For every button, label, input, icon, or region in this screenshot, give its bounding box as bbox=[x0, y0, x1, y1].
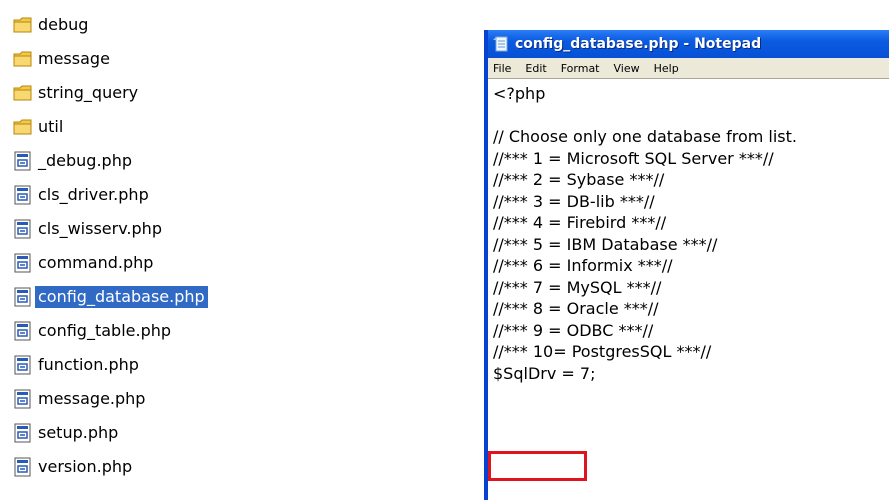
item-label: _debug.php bbox=[38, 151, 132, 170]
file-item[interactable]: config_database.php bbox=[13, 280, 208, 314]
file-item[interactable]: config_table.php bbox=[13, 314, 208, 348]
code-line: // Choose only one database from list. bbox=[493, 127, 797, 146]
item-label: command.php bbox=[38, 253, 154, 272]
menu-view[interactable]: View bbox=[614, 62, 640, 75]
file-item[interactable]: message.php bbox=[13, 382, 208, 416]
code-line: //*** 6 = Informix ***// bbox=[493, 256, 673, 275]
code-line: <?php bbox=[493, 84, 546, 103]
item-label: setup.php bbox=[38, 423, 119, 442]
folder-item[interactable]: string_query bbox=[13, 76, 208, 110]
folder-icon bbox=[13, 117, 33, 137]
folder-item[interactable]: message bbox=[13, 42, 208, 76]
php-file-icon bbox=[13, 219, 33, 239]
text-editor[interactable]: <?php // Choose only one database from li… bbox=[488, 78, 889, 500]
folder-icon bbox=[13, 83, 33, 103]
php-file-icon bbox=[13, 321, 33, 341]
notepad-window: config_database.php - Notepad File Edit … bbox=[484, 30, 889, 500]
item-label: util bbox=[38, 117, 64, 136]
code-lines: <?php // Choose only one database from li… bbox=[493, 83, 797, 384]
code-line: //*** 4 = Firebird ***// bbox=[493, 213, 667, 232]
code-line: $SqlDrv = 7; bbox=[493, 363, 596, 383]
code-line: //*** 7 = MySQL ***// bbox=[493, 277, 662, 297]
folder-icon bbox=[13, 49, 33, 69]
php-file-icon bbox=[13, 185, 33, 205]
file-item[interactable]: version.php bbox=[13, 450, 208, 484]
menu-bar: File Edit Format View Help bbox=[488, 58, 889, 78]
file-item[interactable]: command.php bbox=[13, 246, 208, 280]
title-bar[interactable]: config_database.php - Notepad bbox=[488, 30, 889, 58]
code-line: //*** 10= PostgresSQL ***// bbox=[493, 342, 712, 361]
php-file-icon bbox=[13, 151, 33, 171]
item-label: cls_driver.php bbox=[38, 185, 149, 204]
folder-item[interactable]: util bbox=[13, 110, 208, 144]
item-label: config_database.php bbox=[35, 286, 208, 308]
file-item[interactable]: _debug.php bbox=[13, 144, 208, 178]
php-file-icon bbox=[13, 253, 33, 273]
item-label: cls_wisserv.php bbox=[38, 219, 162, 238]
code-line: //*** 1 = Microsoft SQL Server ***// bbox=[493, 148, 774, 168]
notepad-icon bbox=[493, 36, 509, 52]
code-line: //*** 5 = IBM Database ***// bbox=[493, 234, 718, 254]
menu-file[interactable]: File bbox=[493, 62, 511, 75]
php-file-icon bbox=[13, 423, 33, 443]
file-item[interactable]: cls_wisserv.php bbox=[13, 212, 208, 246]
file-item[interactable]: cls_driver.php bbox=[13, 178, 208, 212]
php-file-icon bbox=[13, 287, 33, 307]
window-title: config_database.php - Notepad bbox=[515, 36, 762, 52]
item-label: message.php bbox=[38, 389, 146, 408]
highlight-box bbox=[488, 451, 587, 481]
php-file-icon bbox=[13, 389, 33, 409]
code-line: //*** 9 = ODBC ***// bbox=[493, 320, 654, 340]
menu-format[interactable]: Format bbox=[561, 62, 600, 75]
php-file-icon bbox=[13, 457, 33, 477]
item-label: string_query bbox=[38, 83, 139, 102]
code-line: //*** 2 = Sybase ***// bbox=[493, 170, 665, 189]
php-file-icon bbox=[13, 355, 33, 375]
code-line: //*** 3 = DB-lib ***// bbox=[493, 191, 655, 211]
folder-item[interactable]: debug bbox=[13, 8, 208, 42]
menu-help[interactable]: Help bbox=[654, 62, 679, 75]
file-item[interactable]: function.php bbox=[13, 348, 208, 382]
item-label: version.php bbox=[38, 457, 133, 476]
item-label: debug bbox=[38, 15, 89, 34]
folder-icon bbox=[13, 15, 33, 35]
item-label: function.php bbox=[38, 355, 139, 374]
menu-edit[interactable]: Edit bbox=[525, 62, 546, 75]
item-label: config_table.php bbox=[38, 321, 172, 340]
file-item[interactable]: setup.php bbox=[13, 416, 208, 450]
code-line: //*** 8 = Oracle ***// bbox=[493, 299, 659, 318]
item-label: message bbox=[38, 49, 110, 68]
file-list: debug message string_queryutil _debug.phpcl… bbox=[13, 8, 208, 484]
